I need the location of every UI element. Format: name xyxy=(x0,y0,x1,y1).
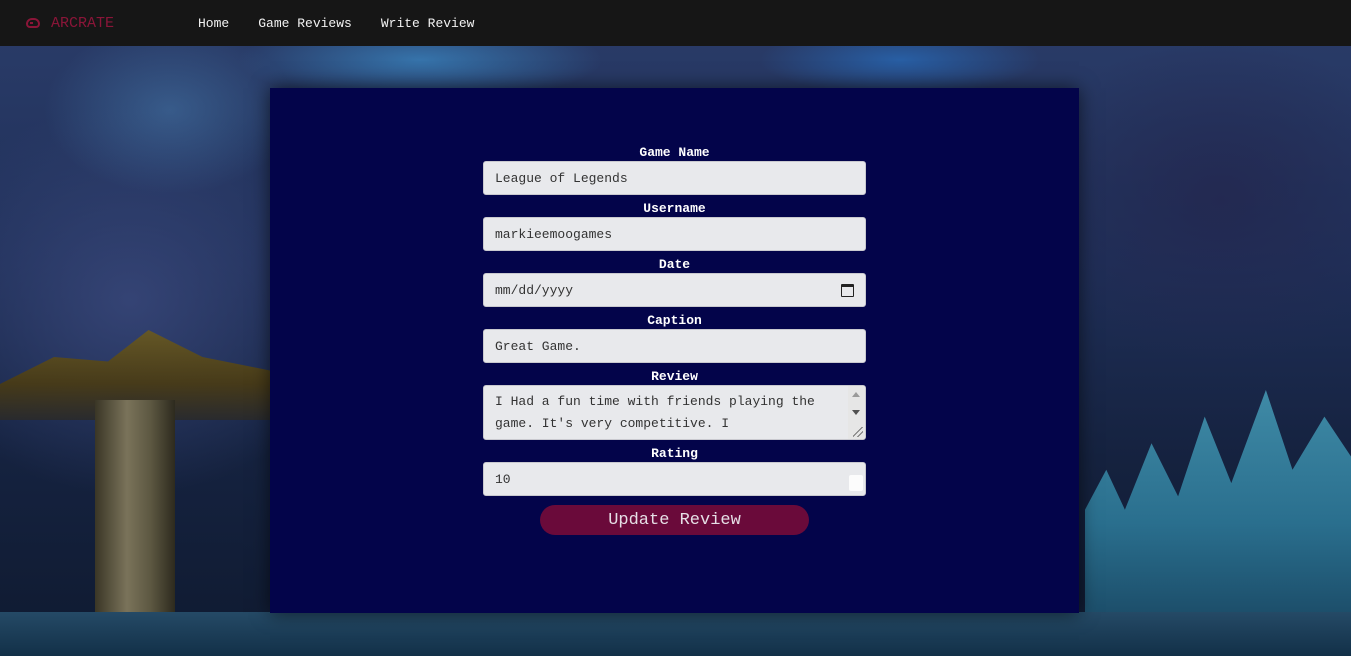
review-form-panel: Game Name League of Legends Username mar… xyxy=(270,88,1079,613)
rating-label: Rating xyxy=(651,446,698,461)
ground-art xyxy=(0,612,1351,656)
caption-input[interactable]: Great Game. xyxy=(483,329,866,363)
review-label: Review xyxy=(651,369,698,384)
username-input[interactable]: markieemoogames xyxy=(483,217,866,251)
nav-game-reviews[interactable]: Game Reviews xyxy=(258,16,352,31)
gamepad-icon xyxy=(26,18,40,28)
navbar: ARCRATE Home Game Reviews Write Review xyxy=(0,0,1351,46)
date-placeholder: mm/dd/yyyy xyxy=(495,282,574,298)
review-form: Game Name League of Legends Username mar… xyxy=(483,145,866,535)
game-name-label: Game Name xyxy=(639,145,710,160)
number-spinner[interactable] xyxy=(849,475,863,491)
scroll-down-icon[interactable] xyxy=(852,410,860,415)
scroll-up-icon[interactable] xyxy=(852,392,860,397)
review-textarea[interactable]: I Had a fun time with friends playing th… xyxy=(483,385,866,440)
date-input[interactable]: mm/dd/yyyy xyxy=(483,273,866,307)
brand-name: ARCRATE xyxy=(51,14,115,32)
resize-handle-icon[interactable] xyxy=(853,427,863,437)
username-label: Username xyxy=(643,201,706,216)
rating-input[interactable]: 10 xyxy=(483,462,866,496)
calendar-icon[interactable] xyxy=(841,283,854,297)
caption-label: Caption xyxy=(647,313,702,328)
game-name-input[interactable]: League of Legends xyxy=(483,161,866,195)
nav-write-review[interactable]: Write Review xyxy=(381,16,475,31)
brand-link[interactable]: ARCRATE xyxy=(26,15,198,32)
rating-value: 10 xyxy=(495,471,511,487)
nav-home[interactable]: Home xyxy=(198,16,229,31)
update-review-button[interactable]: Update Review xyxy=(540,505,809,535)
review-text: I Had a fun time with friends playing th… xyxy=(495,394,815,431)
date-label: Date xyxy=(658,257,691,272)
